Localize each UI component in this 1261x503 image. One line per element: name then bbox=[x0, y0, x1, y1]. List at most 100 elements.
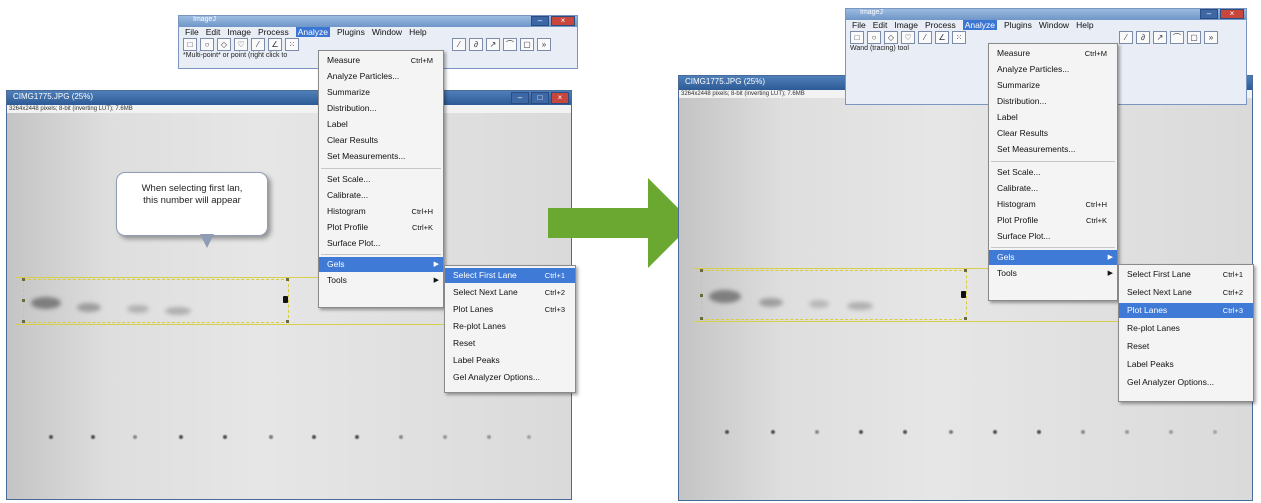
menu-item-summarize[interactable]: Summarize bbox=[319, 85, 443, 100]
minimize-icon[interactable]: – bbox=[511, 92, 529, 104]
more-tools-icon[interactable]: » bbox=[537, 38, 551, 51]
menu-item-label[interactable]: Label bbox=[319, 117, 443, 132]
selection-handle[interactable] bbox=[22, 299, 25, 302]
zoom-tool-icon[interactable]: ↗ bbox=[486, 38, 500, 51]
menu-item-reset[interactable]: Reset bbox=[1119, 339, 1253, 354]
menu-item-gel-analyzer-options[interactable]: Gel Analyzer Options... bbox=[445, 370, 575, 385]
menu-item-histogram[interactable]: Histogram Ctrl+H bbox=[319, 204, 443, 219]
polygon-tool-icon[interactable]: ◇ bbox=[217, 38, 231, 51]
selection-handle[interactable] bbox=[22, 320, 25, 323]
menu-window[interactable]: Window bbox=[1039, 20, 1069, 30]
menu-plugins[interactable]: Plugins bbox=[1004, 20, 1032, 30]
oval-tool-icon[interactable]: ○ bbox=[867, 31, 881, 44]
line-tool-icon[interactable]: ⁄ bbox=[918, 31, 932, 44]
menu-window[interactable]: Window bbox=[372, 27, 402, 37]
point-tool-icon[interactable]: ⁙ bbox=[952, 31, 966, 44]
selection-handle[interactable] bbox=[22, 278, 25, 281]
menu-item-measure[interactable]: Measure Ctrl+M bbox=[989, 46, 1117, 61]
menu-item-analyze-particles[interactable]: Analyze Particles... bbox=[319, 69, 443, 84]
menu-item-gels[interactable]: Gels ▶ bbox=[319, 257, 443, 272]
selection-handle[interactable] bbox=[700, 269, 703, 272]
menu-item-analyze-particles[interactable]: Analyze Particles... bbox=[989, 62, 1117, 77]
oval-tool-icon[interactable]: ○ bbox=[200, 38, 214, 51]
text-tool-icon[interactable]: ∂ bbox=[469, 38, 483, 51]
menu-item-set-scale[interactable]: Set Scale... bbox=[319, 172, 443, 187]
menu-process[interactable]: Process bbox=[258, 27, 289, 37]
menu-item-clear-results[interactable]: Clear Results bbox=[989, 126, 1117, 141]
dropper-tool-icon[interactable]: ▢ bbox=[1187, 31, 1201, 44]
close-icon[interactable]: × bbox=[551, 92, 569, 104]
selection-handle[interactable] bbox=[700, 317, 703, 320]
menu-item-histogram[interactable]: Histogram Ctrl+H bbox=[989, 197, 1117, 212]
left-imagej-titlebar[interactable]: ImageJ – × bbox=[179, 16, 577, 27]
zoom-tool-icon[interactable]: ↗ bbox=[1153, 31, 1167, 44]
menu-item-select-next-lane[interactable]: Select Next Lane Ctrl+2 bbox=[1119, 285, 1253, 300]
selection-handle[interactable] bbox=[700, 294, 703, 297]
menu-item-set-scale[interactable]: Set Scale... bbox=[989, 165, 1117, 180]
selection-handle[interactable] bbox=[964, 269, 967, 272]
menu-item-plot-lanes[interactable]: Plot Lanes Ctrl+3 bbox=[445, 302, 575, 317]
freehand-tool-icon[interactable]: ♡ bbox=[234, 38, 248, 51]
menu-item-replot-lanes[interactable]: Re-plot Lanes bbox=[445, 319, 575, 334]
menu-item-label-peaks[interactable]: Label Peaks bbox=[1119, 357, 1253, 372]
dropper-tool-icon[interactable]: ▢ bbox=[520, 38, 534, 51]
menu-item-plot-profile[interactable]: Plot Profile Ctrl+K bbox=[989, 213, 1117, 228]
menu-item-calibrate[interactable]: Calibrate... bbox=[319, 188, 443, 203]
menu-item-gels[interactable]: Gels ▶ bbox=[989, 250, 1117, 265]
close-icon[interactable]: × bbox=[551, 16, 575, 26]
left-image-titlebar[interactable]: CIMG1775.JPG (25%) – □ × bbox=[7, 91, 571, 105]
menu-edit[interactable]: Edit bbox=[206, 27, 221, 37]
angle-tool-icon[interactable]: ∠ bbox=[935, 31, 949, 44]
menu-item-replot-lanes[interactable]: Re-plot Lanes bbox=[1119, 321, 1253, 336]
menu-help[interactable]: Help bbox=[409, 27, 426, 37]
close-icon[interactable]: × bbox=[1220, 9, 1244, 19]
more-tools-icon[interactable]: » bbox=[1204, 31, 1218, 44]
menu-item-plot-lanes[interactable]: Plot Lanes Ctrl+3 bbox=[1119, 303, 1253, 318]
point-tool-icon[interactable]: ⁙ bbox=[285, 38, 299, 51]
menu-item-tools[interactable]: Tools ▶ bbox=[989, 266, 1117, 281]
selection-handle[interactable] bbox=[286, 278, 289, 281]
selection-handle[interactable] bbox=[286, 320, 289, 323]
menu-edit[interactable]: Edit bbox=[873, 20, 888, 30]
menu-item-gel-analyzer-options[interactable]: Gel Analyzer Options... bbox=[1119, 375, 1253, 390]
menu-image[interactable]: Image bbox=[894, 20, 918, 30]
wand-tool-icon[interactable]: ⁄ bbox=[1119, 31, 1133, 44]
menu-item-surface-plot[interactable]: Surface Plot... bbox=[989, 229, 1117, 244]
menu-item-label-peaks[interactable]: Label Peaks bbox=[445, 353, 575, 368]
menu-plugins[interactable]: Plugins bbox=[337, 27, 365, 37]
menu-item-reset[interactable]: Reset bbox=[445, 336, 575, 351]
menu-help[interactable]: Help bbox=[1076, 20, 1093, 30]
menu-process[interactable]: Process bbox=[925, 20, 956, 30]
menu-item-distribution[interactable]: Distribution... bbox=[319, 101, 443, 116]
left-first-lane-selection[interactable] bbox=[23, 279, 289, 323]
minimize-icon[interactable]: – bbox=[531, 16, 549, 26]
menu-file[interactable]: File bbox=[852, 20, 866, 30]
scroll-tool-icon[interactable]: ⌒ bbox=[1170, 31, 1184, 44]
polygon-tool-icon[interactable]: ◇ bbox=[884, 31, 898, 44]
menu-item-select-next-lane[interactable]: Select Next Lane Ctrl+2 bbox=[445, 285, 575, 300]
text-tool-icon[interactable]: ∂ bbox=[1136, 31, 1150, 44]
freehand-tool-icon[interactable]: ♡ bbox=[901, 31, 915, 44]
menu-item-clear-results[interactable]: Clear Results bbox=[319, 133, 443, 148]
menu-item-calibrate[interactable]: Calibrate... bbox=[989, 181, 1117, 196]
menu-file[interactable]: File bbox=[185, 27, 199, 37]
selection-handle[interactable] bbox=[964, 317, 967, 320]
line-tool-icon[interactable]: ⁄ bbox=[251, 38, 265, 51]
wand-tool-icon[interactable]: ⁄ bbox=[452, 38, 466, 51]
menu-item-set-measurements[interactable]: Set Measurements... bbox=[989, 142, 1117, 157]
menu-item-plot-profile[interactable]: Plot Profile Ctrl+K bbox=[319, 220, 443, 235]
menu-item-select-first-lane[interactable]: Select First Lane Ctrl+1 bbox=[445, 268, 575, 283]
menu-item-select-first-lane[interactable]: Select First Lane Ctrl+1 bbox=[1119, 267, 1253, 282]
minimize-icon[interactable]: – bbox=[1200, 9, 1218, 19]
maximize-icon[interactable]: □ bbox=[531, 92, 549, 104]
scroll-tool-icon[interactable]: ⌒ bbox=[503, 38, 517, 51]
rectangle-tool-icon[interactable]: □ bbox=[850, 31, 864, 44]
menu-item-label[interactable]: Label bbox=[989, 110, 1117, 125]
menu-item-summarize[interactable]: Summarize bbox=[989, 78, 1117, 93]
menu-item-tools[interactable]: Tools ▶ bbox=[319, 273, 443, 288]
right-imagej-titlebar[interactable]: ImageJ – × bbox=[846, 9, 1246, 20]
menu-analyze[interactable]: Analyze bbox=[295, 27, 330, 37]
menu-item-distribution[interactable]: Distribution... bbox=[989, 94, 1117, 109]
menu-image[interactable]: Image bbox=[227, 27, 251, 37]
menu-item-surface-plot[interactable]: Surface Plot... bbox=[319, 236, 443, 251]
